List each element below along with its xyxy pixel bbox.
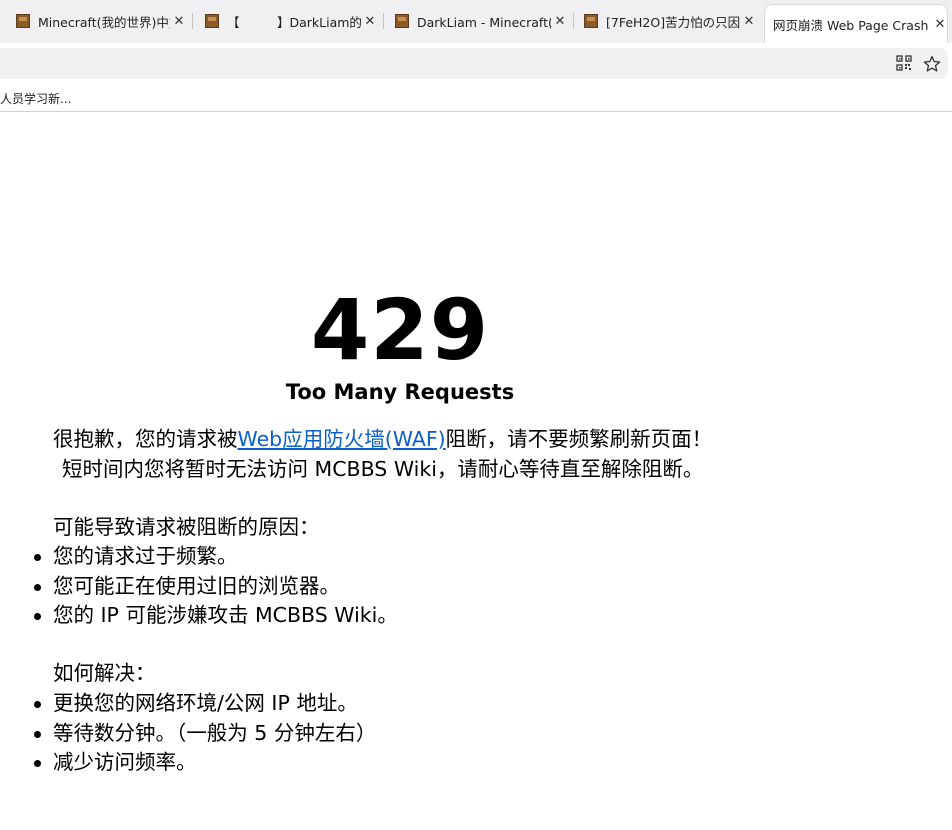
tab-title: DarkLiam - Minecraft(我	[417, 14, 551, 30]
tab-title: [7FeH2O]苦力怕の只因公	[606, 14, 740, 30]
list-item: 您的请求过于频繁。	[0, 542, 398, 572]
tab-title: Minecraft(我的世界)中文	[38, 14, 170, 30]
message-text: 很抱歉，您的请求被	[53, 427, 238, 451]
star-icon[interactable]	[923, 55, 941, 73]
minecraft-block-icon	[16, 14, 30, 28]
close-icon[interactable]: ✕	[553, 14, 567, 29]
qr-code-icon[interactable]	[895, 55, 913, 73]
list-item: 减少访问频率。	[0, 748, 376, 778]
tab-7feh2o[interactable]: [7FeH2O]苦力怕の只因公 ✕	[576, 5, 756, 37]
tab-darkliam-profile[interactable]: 【 】DarkLiam的个 ✕	[197, 5, 377, 37]
tab-separator	[383, 13, 384, 29]
causes-heading: 可能导致请求被阻断的原因：	[53, 515, 320, 539]
solutions-list: 更换您的网络环境/公网 IP 地址。 等待数分钟。（一般为 5 分钟左右） 减少…	[0, 689, 376, 778]
close-icon[interactable]: ✕	[933, 17, 947, 32]
list-item: 等待数分钟。（一般为 5 分钟左右）	[0, 719, 376, 749]
error-reason: Too Many Requests	[285, 380, 515, 404]
minecraft-block-icon	[395, 14, 409, 28]
tab-web-page-crash[interactable]: 网页崩溃 Web Page Crash ✕	[764, 4, 948, 43]
tab-separator	[192, 13, 193, 29]
minecraft-block-icon	[205, 14, 219, 28]
minecraft-block-icon	[584, 14, 598, 28]
message-text: 阻断，请不要频繁刷新页面！	[445, 427, 713, 451]
toolbar	[0, 43, 952, 84]
error-code: 429	[310, 281, 490, 379]
solutions-heading: 如何解决：	[53, 661, 156, 685]
tab-minecraft-wiki[interactable]: Minecraft(我的世界)中文 ✕	[8, 5, 186, 37]
error-message-line1: 很抱歉，您的请求被Web应用防火墙(WAF)阻断，请不要频繁刷新页面！	[53, 425, 712, 454]
waf-link[interactable]: Web应用防火墙(WAF)	[238, 427, 446, 451]
tab-strip: Minecraft(我的世界)中文 ✕ 【 】DarkLiam的个 ✕ Dark…	[0, 0, 952, 43]
tab-title: 【 】DarkLiam的个	[227, 14, 361, 30]
causes-list: 您的请求过于频繁。 您可能正在使用过旧的浏览器。 您的 IP 可能涉嫌攻击 MC…	[0, 542, 398, 631]
bookmarks-bar: 人员学习新...	[0, 84, 952, 112]
list-item: 更换您的网络环境/公网 IP 地址。	[0, 689, 376, 719]
tab-title: 网页崩溃 Web Page Crash	[773, 17, 929, 33]
tab-separator	[573, 13, 574, 29]
bookmark-item[interactable]: 人员学习新...	[0, 90, 71, 107]
address-bar[interactable]	[0, 48, 948, 79]
error-message-line2: 短时间内您将暂时无法访问 MCBBS Wiki，请耐心等待直至解除阻断。	[62, 457, 704, 481]
close-icon[interactable]: ✕	[172, 14, 186, 29]
list-item: 您的 IP 可能涉嫌攻击 MCBBS Wiki。	[0, 601, 398, 631]
close-icon[interactable]: ✕	[363, 14, 377, 29]
close-icon[interactable]: ✕	[742, 14, 756, 29]
tab-darkliam-minecraft[interactable]: DarkLiam - Minecraft(我 ✕	[387, 5, 567, 37]
list-item: 您可能正在使用过旧的浏览器。	[0, 572, 398, 602]
